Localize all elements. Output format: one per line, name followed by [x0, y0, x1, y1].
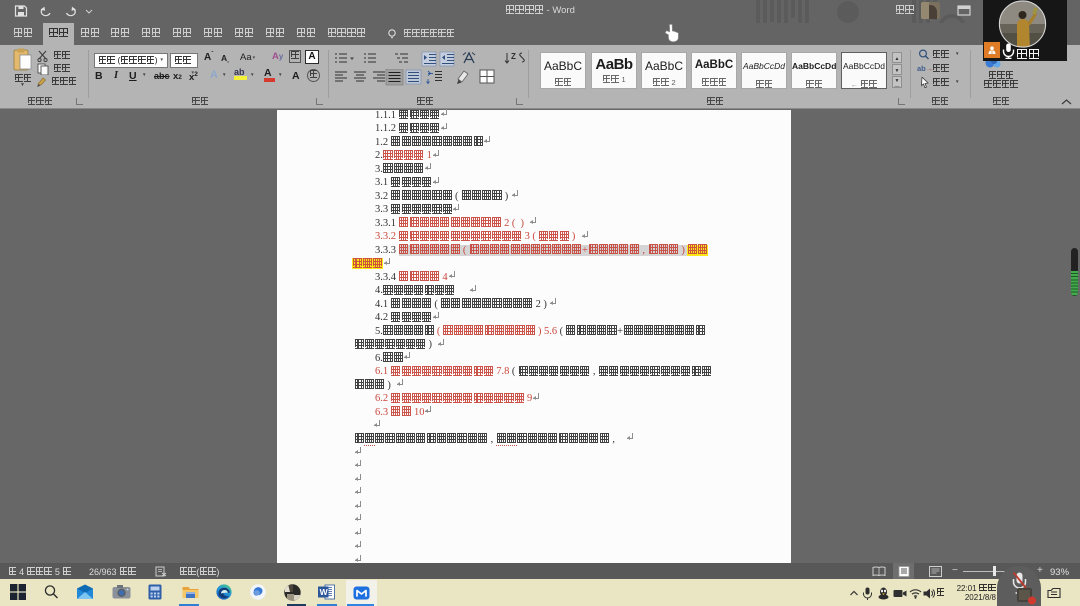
svg-text:Z: Z — [511, 52, 516, 61]
svg-text:W: W — [320, 587, 329, 597]
